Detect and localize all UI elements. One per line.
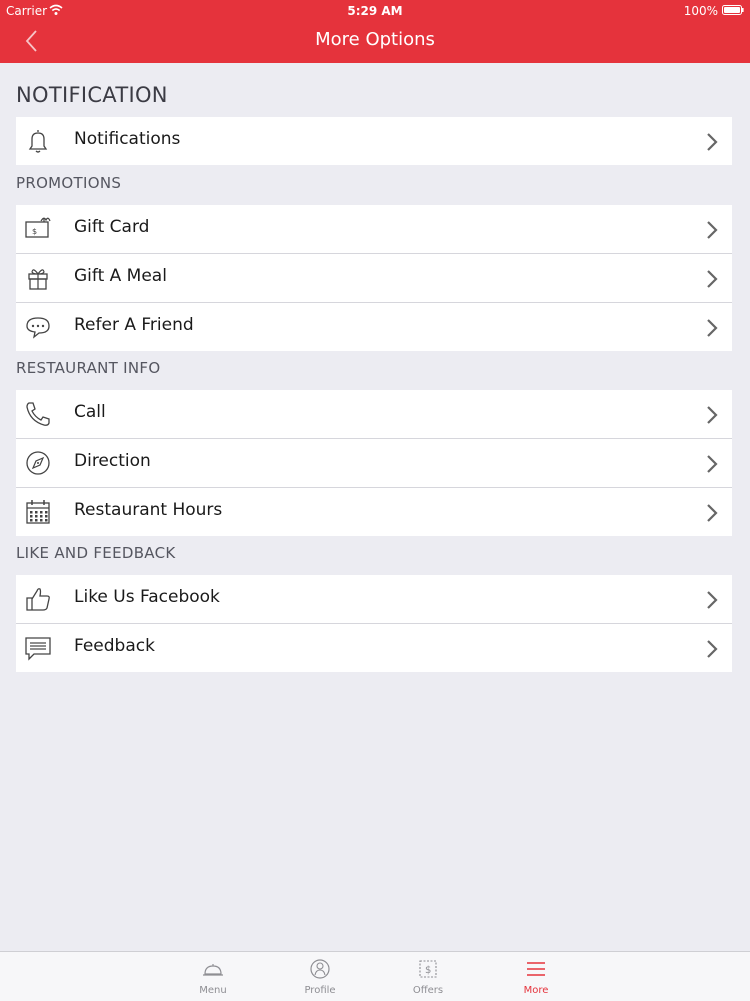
battery-percent: 100% <box>683 4 718 18</box>
row-call[interactable]: Call <box>16 390 732 439</box>
chevron-right-icon <box>707 221 718 239</box>
tab-label: Menu <box>199 985 227 996</box>
chevron-right-icon <box>707 406 718 424</box>
chevron-right-icon <box>707 640 718 658</box>
tab-menu[interactable]: Menu <box>173 952 253 1001</box>
row-like-us-facebook[interactable]: Like Us Facebook <box>16 575 732 624</box>
battery-icon <box>722 5 744 15</box>
tab-profile[interactable]: Profile <box>280 952 360 1001</box>
tab-label: Profile <box>304 985 336 996</box>
row-direction[interactable]: Direction <box>16 439 732 488</box>
chevron-right-icon <box>707 270 718 288</box>
row-label: Direction <box>74 451 151 471</box>
coupon-icon: $ <box>419 960 437 978</box>
row-restaurant-hours[interactable]: Restaurant Hours <box>16 488 732 536</box>
bell-icon <box>28 130 48 153</box>
tab-offers[interactable]: $ Offers <box>388 952 468 1001</box>
section-title-like-feedback: LIKE AND FEEDBACK <box>16 544 176 562</box>
cloche-icon <box>203 964 223 976</box>
row-label: Feedback <box>74 636 155 656</box>
person-icon <box>310 959 330 979</box>
chevron-right-icon <box>707 504 718 522</box>
chevron-right-icon <box>707 591 718 609</box>
row-label: Call <box>74 402 106 422</box>
row-label: Refer A Friend <box>74 315 194 335</box>
clock: 5:29 AM <box>347 4 403 18</box>
row-label: Like Us Facebook <box>74 587 220 607</box>
status-bar: Carrier 5:29 AM 100% <box>0 0 750 22</box>
phone-icon <box>26 402 50 426</box>
svg-text:$: $ <box>425 965 431 976</box>
tab-label: Offers <box>412 985 444 996</box>
tab-label: More <box>523 985 549 996</box>
chevron-right-icon <box>707 133 718 151</box>
row-feedback[interactable]: Feedback <box>16 624 732 672</box>
message-icon <box>25 637 51 661</box>
calendar-icon <box>26 500 50 524</box>
svg-text:$: $ <box>32 227 37 236</box>
group-restaurant-info: Call Direction Restaurant Hours <box>16 390 732 536</box>
group-like-feedback: Like Us Facebook Feedback <box>16 575 732 672</box>
chat-bubbles-icon <box>26 317 50 339</box>
section-title-restaurant-info: RESTAURANT INFO <box>16 359 161 377</box>
section-title-promotions: PROMOTIONS <box>16 174 122 192</box>
tab-more[interactable]: More <box>496 952 576 1001</box>
gift-card-icon: $ <box>25 217 51 238</box>
row-gift-a-meal[interactable]: Gift A Meal <box>16 254 732 303</box>
nav-header: Carrier 5:29 AM 100% More Options <box>0 0 750 63</box>
thumbs-up-icon <box>26 588 50 611</box>
section-title-notification: NOTIFICATION <box>16 83 168 107</box>
compass-icon <box>26 451 50 475</box>
chevron-right-icon <box>707 319 718 337</box>
group-promotions: $ Gift Card Gift A Meal Refer A Friend <box>16 205 732 351</box>
page-title: More Options <box>315 29 435 50</box>
hamburger-icon <box>527 962 545 976</box>
row-label: Gift Card <box>74 217 150 237</box>
tab-bar: Menu Profile $ Offers More <box>0 951 750 1001</box>
row-gift-card[interactable]: $ Gift Card <box>16 205 732 254</box>
row-notifications[interactable]: Notifications <box>16 117 732 165</box>
chevron-right-icon <box>707 455 718 473</box>
row-label: Restaurant Hours <box>74 500 223 520</box>
row-label: Notifications <box>74 129 181 149</box>
row-label: Gift A Meal <box>74 266 167 286</box>
group-notification: Notifications <box>16 117 732 165</box>
gift-icon <box>28 269 48 290</box>
row-refer-a-friend[interactable]: Refer A Friend <box>16 303 732 351</box>
